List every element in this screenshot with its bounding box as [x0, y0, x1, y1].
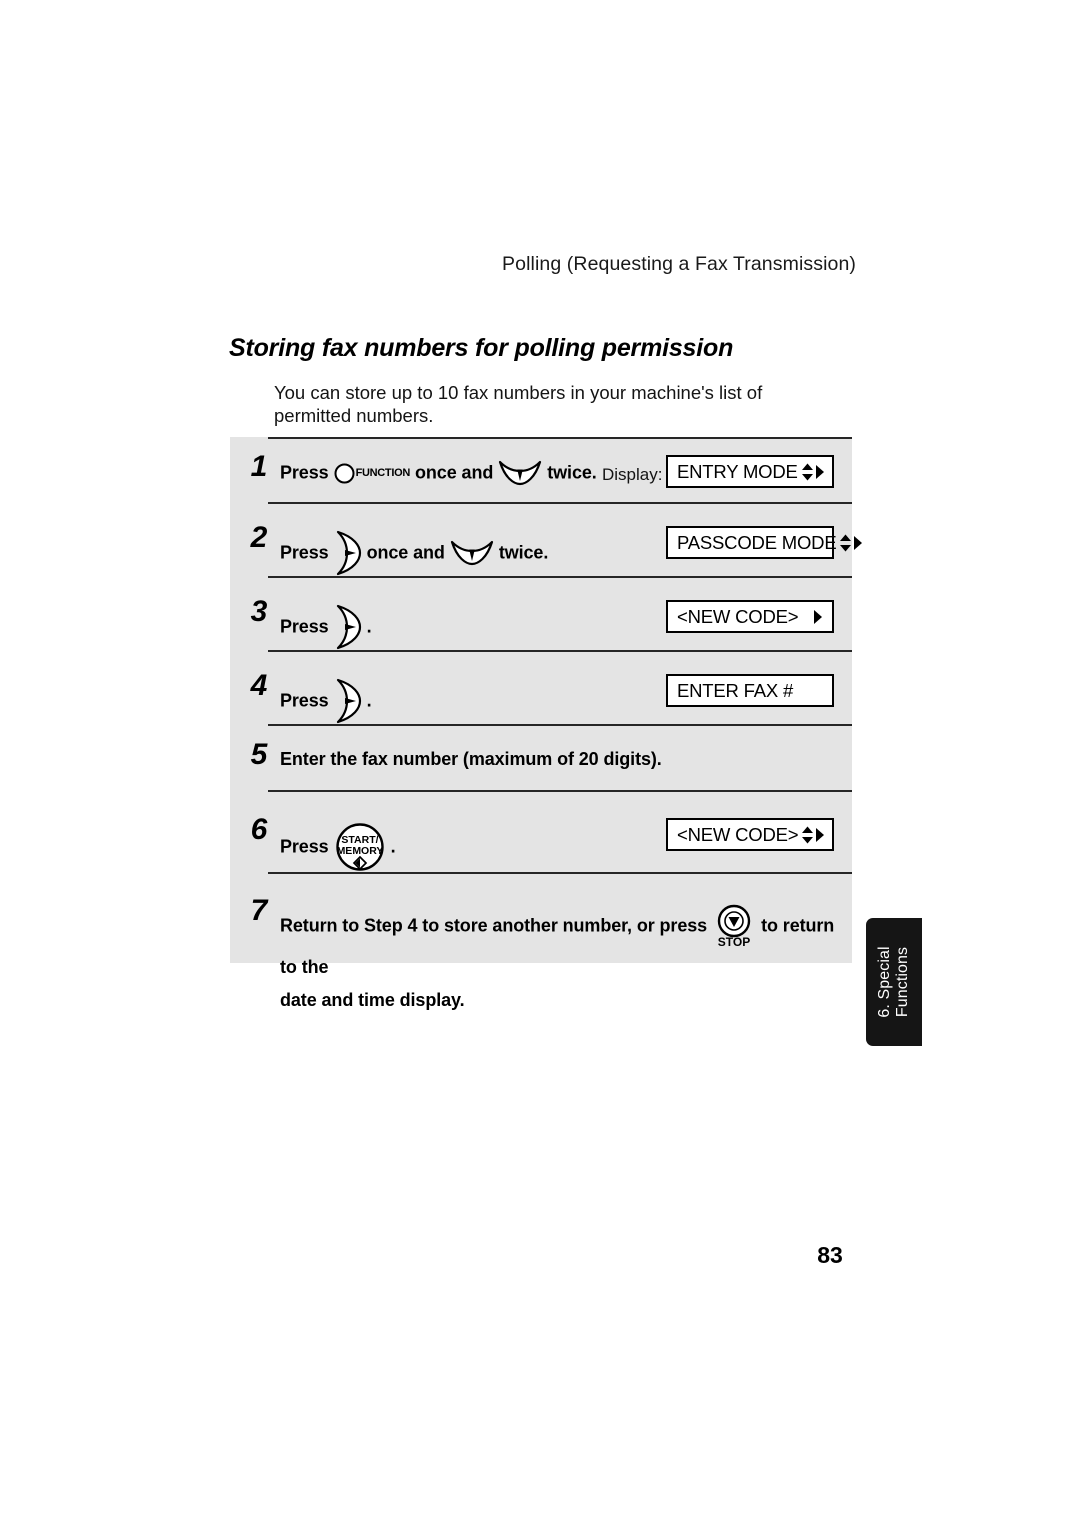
step-connector-text: once and [415, 462, 494, 483]
step-press-label: Press [280, 462, 329, 483]
running-header: Polling (Requesting a Fax Transmission) [502, 253, 856, 275]
lcd-text: ENTER FAX # [677, 679, 794, 701]
step-number: 6 [250, 813, 268, 846]
start-memory-key-icon[interactable]: START/ MEMORY [335, 822, 385, 872]
step-trailing-text: twice. [547, 462, 597, 483]
svg-text:MEMORY: MEMORY [336, 845, 383, 857]
intro-paragraph: You can store up to 10 fax numbers in yo… [274, 382, 763, 426]
step-divider [268, 724, 852, 726]
down-arrow-key-icon[interactable] [450, 539, 494, 567]
right-arrow-key-icon[interactable] [334, 678, 362, 724]
page-title: Storing fax numbers for polling permissi… [229, 334, 734, 362]
chapter-side-tab-label: 6. Special Functions [876, 946, 911, 1018]
lcd-display: <NEW CODE> [666, 600, 834, 633]
step-press-label: Press [280, 542, 329, 563]
step-divider [268, 576, 852, 578]
step-divider [268, 790, 852, 792]
right-arrow-key-icon[interactable] [334, 604, 362, 650]
step-instruction-second-line: date and time display. [280, 989, 465, 1010]
lcd-text: <NEW CODE> [677, 605, 799, 627]
function-circle-icon [334, 463, 355, 484]
lcd-arrow-right [811, 607, 825, 627]
step-instruction-text: Enter the fax number (maximum of 20 digi… [280, 748, 662, 769]
step-press-label: Press [280, 690, 329, 711]
step-number: 4 [250, 669, 268, 702]
step-trailing-text: . [390, 836, 396, 857]
step-row: 6 Press START/ MEMORY . <NEW CODE> [230, 790, 852, 872]
lcd-text: PASSCODE MODE [677, 531, 837, 553]
lcd-display: ENTRY MODE [666, 455, 834, 488]
step-press-label: Press [280, 836, 329, 857]
steps-panel: 1 Press FUNCTION once and twice. Display… [230, 437, 863, 1010]
step-divider [268, 650, 852, 652]
step-number: 5 [250, 738, 268, 771]
step-number: 3 [250, 595, 268, 628]
step-row: 4 Press . ENTER FAX # [230, 650, 852, 724]
chapter-side-tab: 6. Special Functions [866, 918, 922, 1046]
lcd-text: <NEW CODE> [677, 823, 799, 845]
step-row: 3 Press . <NEW CODE> [230, 576, 852, 650]
step-row: 2 Press once and twice. PASSCODE MODE [230, 502, 863, 576]
step-row: 5 Enter the fax number (maximum of 20 di… [230, 724, 852, 790]
step-row: 7 Return to Step 4 to store another numb… [230, 872, 852, 1010]
lcd-arrows-up-down-right [800, 825, 826, 845]
step-instruction-text: Return to Step 4 to store another number… [280, 915, 708, 936]
step-connector-text: once and [366, 542, 445, 563]
function-key-icon[interactable]: FUNCTION [334, 462, 410, 484]
right-arrow-key-icon[interactable] [334, 530, 362, 576]
lcd-arrows-up-down-right [800, 462, 826, 482]
lcd-display: ENTER FAX # [666, 674, 834, 707]
step-trailing-text: . [366, 690, 372, 711]
function-key-label: FUNCTION [355, 467, 411, 480]
step-row: 1 Press FUNCTION once and twice. Display… [230, 437, 852, 502]
lcd-text: ENTRY MODE [677, 460, 798, 482]
lcd-display: <NEW CODE> [666, 818, 834, 851]
down-arrow-key-icon[interactable] [498, 459, 542, 487]
svg-text:STOP: STOP [718, 935, 750, 949]
page-number: 83 [817, 1242, 843, 1268]
step-trailing-text: . [366, 616, 372, 637]
step-number: 2 [250, 521, 268, 554]
lcd-arrows-up-down-right [838, 533, 864, 553]
step-trailing-text: twice. [498, 542, 549, 563]
step-divider [268, 502, 852, 504]
step-divider [268, 437, 852, 439]
step-number: 1 [250, 450, 268, 483]
step-press-label: Press [280, 616, 329, 637]
lcd-display: PASSCODE MODE [666, 526, 863, 559]
step-number: 7 [250, 894, 268, 927]
display-label: Display: [602, 465, 663, 484]
step-divider [268, 872, 852, 874]
stop-key-icon[interactable]: STOP [714, 902, 754, 950]
